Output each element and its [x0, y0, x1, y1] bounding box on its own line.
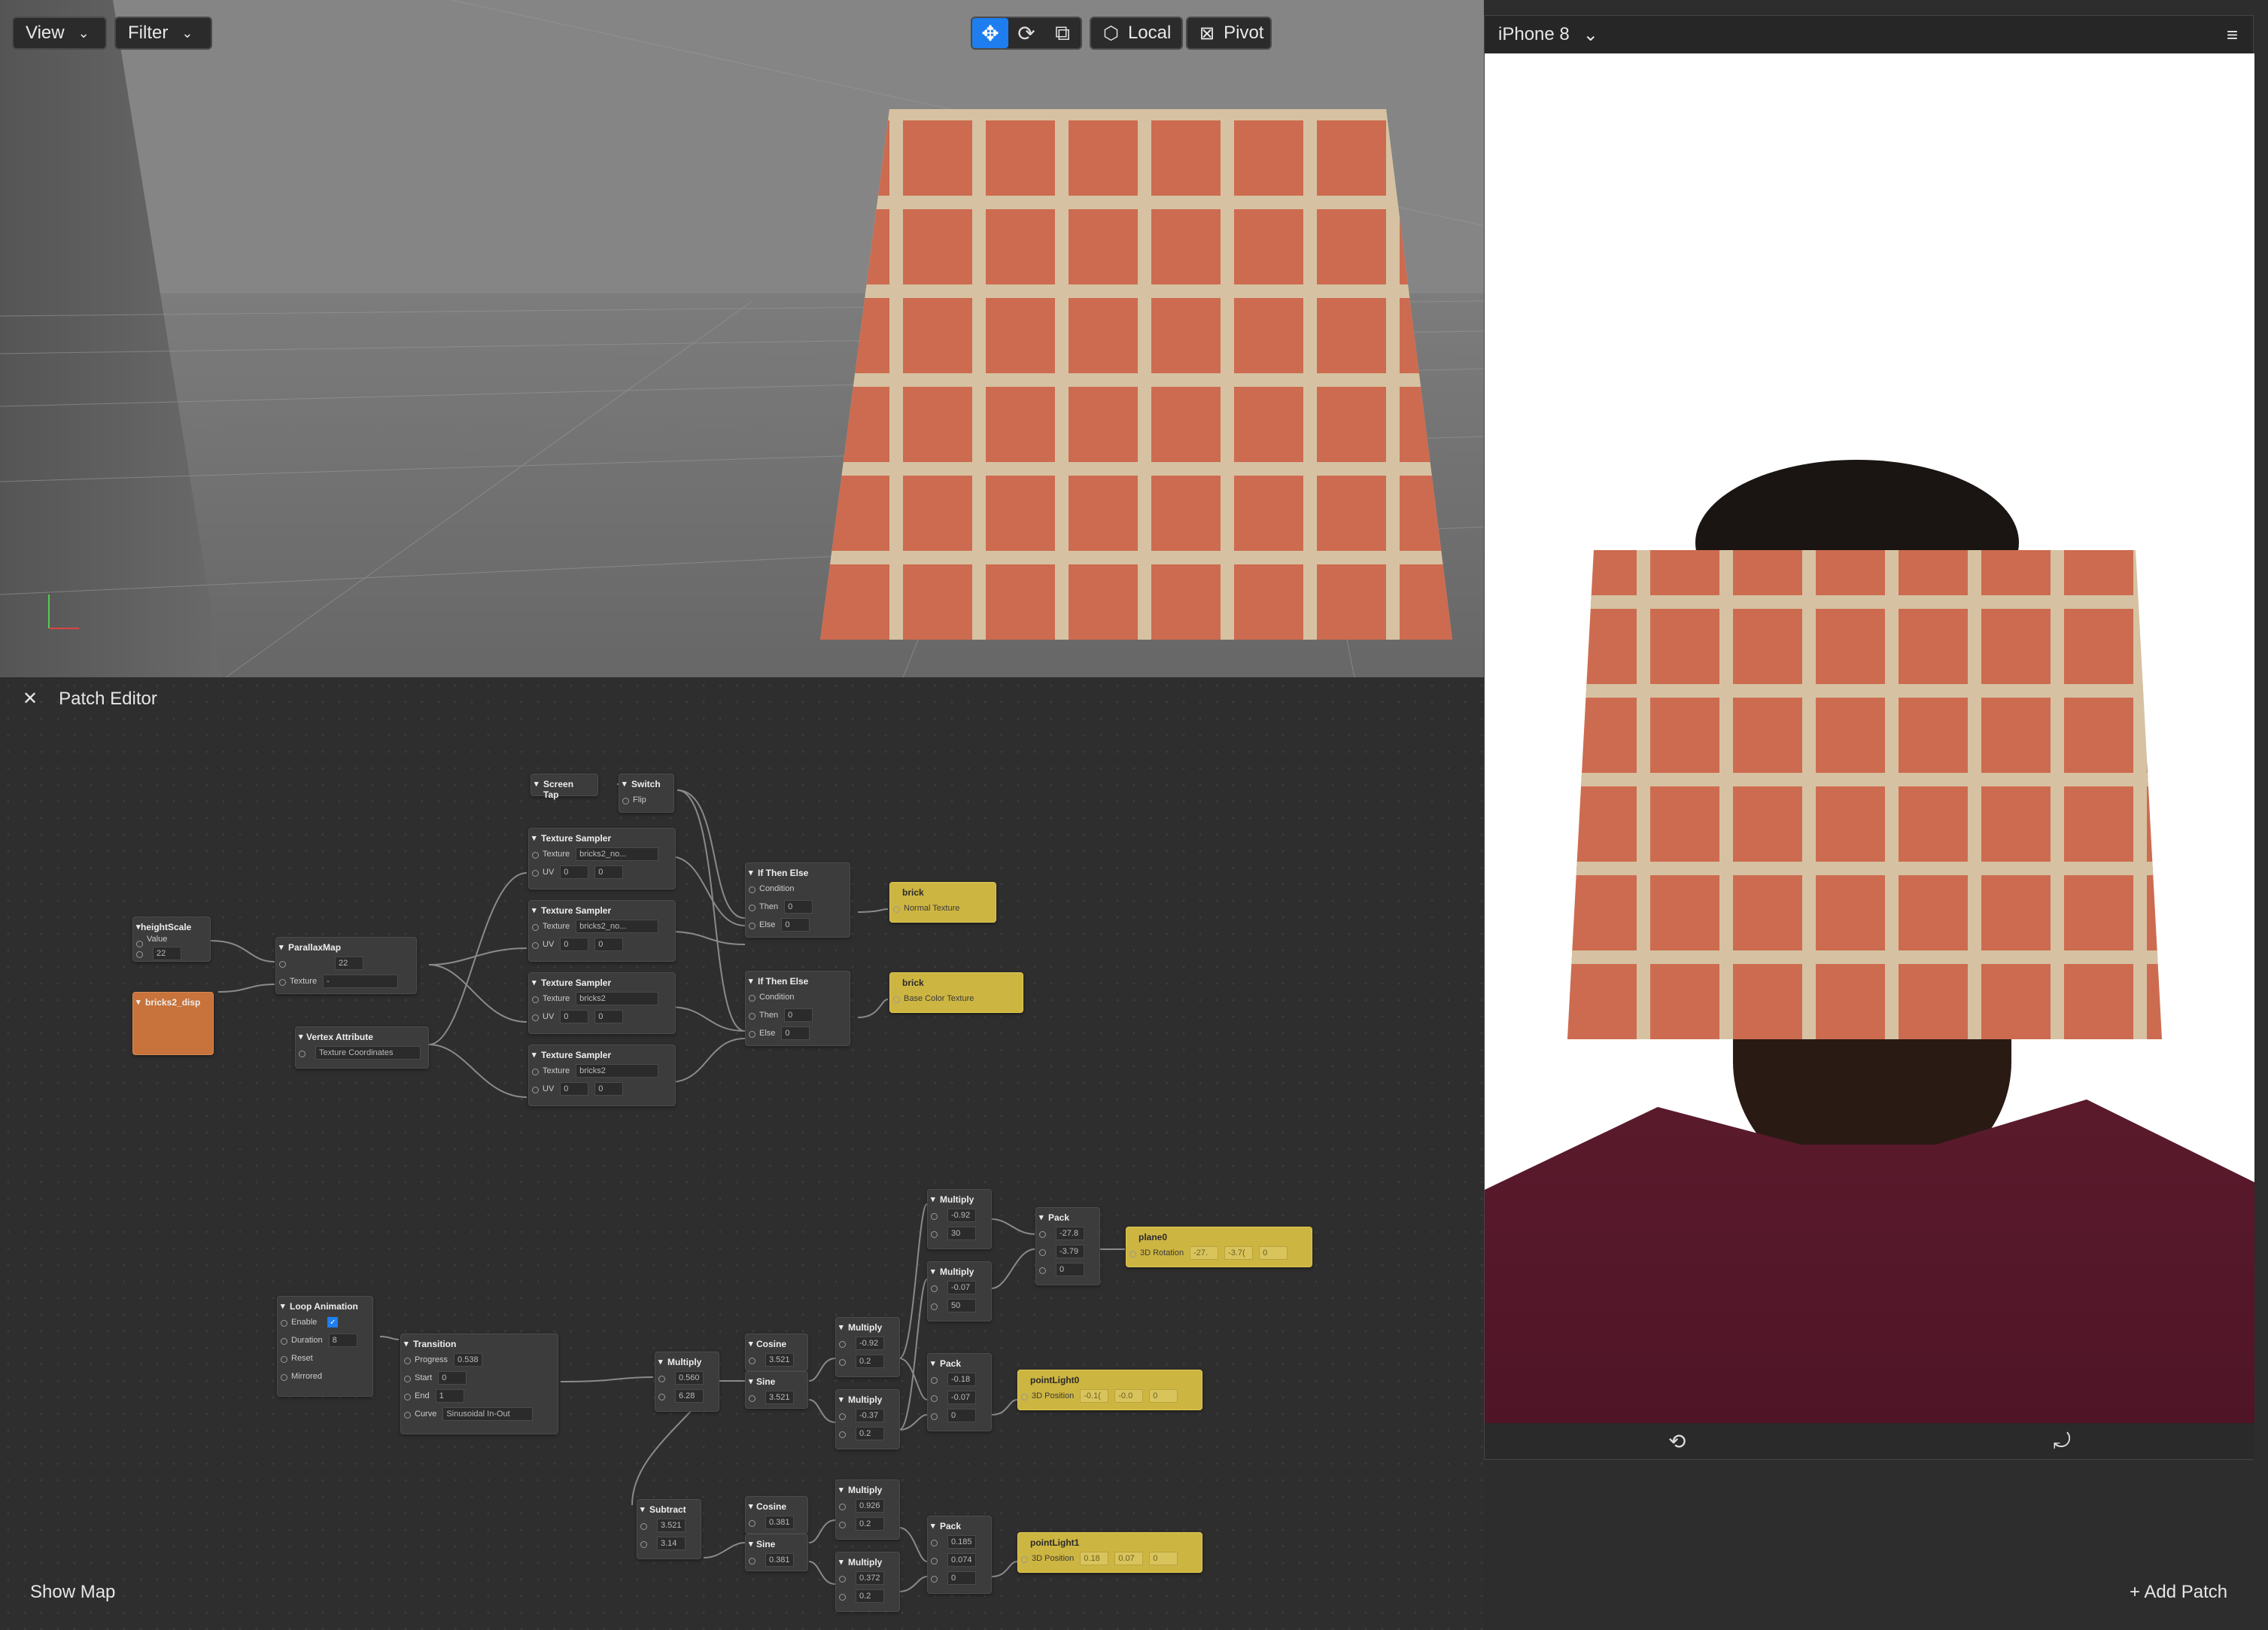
- chevron-down-icon[interactable]: ⌄: [1583, 24, 1598, 46]
- loop-animation-node[interactable]: Loop Animation Enable✓ Duration8 Reset M…: [277, 1296, 373, 1397]
- if-then-else-node[interactable]: If Then Else Condition Then0 Else0: [745, 971, 850, 1046]
- chevron-down-icon: ⌄: [78, 25, 90, 41]
- scene-viewport[interactable]: View ⌄ Filter ⌄ ✥ ⟳ ⧉ ⬡ Local ⊠ Pivot: [0, 0, 1484, 677]
- pointlight0-node[interactable]: pointLight0 3D Position -0.1(-0.0 0: [1017, 1370, 1202, 1410]
- device-selector[interactable]: iPhone 8: [1498, 24, 1570, 45]
- texture-sampler-node[interactable]: Texture Sampler Texturebricks2 UV00: [528, 972, 676, 1034]
- if-then-else-node[interactable]: If Then Else Condition Then0 Else0: [745, 862, 850, 938]
- cosine-node[interactable]: Cosine 0.381: [745, 1496, 808, 1534]
- brick-base-color-node[interactable]: brick Base Color Texture: [889, 972, 1023, 1013]
- vertex-attribute-node[interactable]: Vertex Attribute Texture Coordinates: [295, 1026, 429, 1069]
- scale-tool-icon[interactable]: ⧉: [1044, 18, 1081, 48]
- device-simulator[interactable]: iPhone 8 ⌄ ≡ ⟲ ⤾: [1484, 15, 2254, 1460]
- menu-icon[interactable]: ≡: [2227, 23, 2238, 47]
- simulator-footer: ⟲ ⤾: [1485, 1423, 2254, 1459]
- texture-sampler-node[interactable]: Texture Sampler Texturebricks2 UV00: [528, 1045, 676, 1106]
- texture-sampler-node[interactable]: Texture Sampler Texturebricks2_no... UV0…: [528, 900, 676, 962]
- switch-node[interactable]: SwitchFlip: [619, 774, 674, 813]
- chevron-down-icon: ⌄: [181, 25, 193, 41]
- height-scale-node[interactable]: heightScale Value 22: [132, 917, 211, 962]
- multiply-node[interactable]: Multiply -0.92 30: [927, 1189, 992, 1249]
- local-toggle[interactable]: ⬡ Local: [1090, 17, 1183, 50]
- refresh-icon[interactable]: ⟲: [1668, 1429, 1686, 1454]
- brick-plane-3d[interactable]: [820, 109, 1452, 640]
- transition-node[interactable]: Transition Progress0.538 Start0 End1 Cur…: [400, 1333, 558, 1434]
- brick-normal-texture-node[interactable]: brick Normal Texture: [889, 882, 996, 923]
- pack-node[interactable]: Pack -0.18 -0.07 0: [927, 1353, 992, 1431]
- pivot-icon: ⊠: [1199, 23, 1215, 44]
- pointlight1-node[interactable]: pointLight1 3D Position 0.18 0.07 0: [1017, 1532, 1202, 1573]
- view-menu[interactable]: View ⌄: [12, 17, 107, 50]
- simulator-header: iPhone 8 ⌄ ≡: [1485, 16, 2253, 53]
- multiply-node[interactable]: Multiply -0.37 0.2: [835, 1389, 900, 1449]
- rotate-tool-icon[interactable]: ⟳: [1008, 18, 1044, 48]
- rotate-device-icon[interactable]: ⤾: [2054, 1429, 2071, 1454]
- person-shirt: [1485, 1099, 2254, 1425]
- subtract-node[interactable]: Subtract 3.521 3.14: [637, 1499, 701, 1559]
- sine-node[interactable]: Sine 3.521: [745, 1371, 808, 1409]
- pack-node[interactable]: Pack -27.8 -3.79 0: [1035, 1207, 1100, 1285]
- plane0-node[interactable]: plane0 3D Rotation -27. -3.7(0: [1126, 1227, 1312, 1267]
- multiply-node[interactable]: Multiply 0.926 0.2: [835, 1479, 900, 1540]
- plus-icon: +: [2130, 1582, 2145, 1602]
- screen-tap-node[interactable]: Screen Tap: [531, 774, 598, 800]
- pack-node[interactable]: Pack 0.185 0.074 0: [927, 1516, 992, 1594]
- show-map-button[interactable]: Show Map: [30, 1582, 115, 1603]
- brick-plane-preview: [1567, 550, 2162, 1039]
- sine-node[interactable]: Sine 0.381: [745, 1534, 808, 1571]
- pivot-toggle[interactable]: ⊠ Pivot: [1186, 17, 1272, 50]
- multiply-node[interactable]: Multiply 0.560 6.28: [655, 1352, 719, 1412]
- transform-tools: ✥ ⟳ ⧉: [971, 17, 1082, 50]
- cosine-node[interactable]: Cosine 3.521: [745, 1333, 808, 1371]
- bricks-disp-texture-node[interactable]: bricks2_disp: [132, 992, 214, 1055]
- checkbox-icon[interactable]: ✓: [327, 1317, 339, 1327]
- move-tool-icon[interactable]: ✥: [972, 18, 1008, 48]
- simulator-camera-view: [1485, 53, 2254, 1425]
- cube-icon: ⬡: [1103, 23, 1119, 44]
- texture-sampler-node[interactable]: Texture Sampler Texturebricks2_no... UV0…: [528, 828, 676, 890]
- multiply-node[interactable]: Multiply 0.372 0.2: [835, 1552, 900, 1612]
- patch-editor[interactable]: ✕ Patch Editor ▾ Screen Tap ▾ Switch Fli…: [0, 677, 1484, 1630]
- multiply-node[interactable]: Multiply -0.07 50: [927, 1261, 992, 1321]
- filter-menu[interactable]: Filter ⌄: [114, 17, 212, 50]
- patch-wires: [210, 783, 1125, 1592]
- multiply-node[interactable]: Multiply -0.92 0.2: [835, 1317, 900, 1377]
- parallax-map-node[interactable]: ParallaxMap 22 Texture-: [275, 937, 417, 994]
- add-patch-button[interactable]: + Add Patch: [2130, 1582, 2227, 1603]
